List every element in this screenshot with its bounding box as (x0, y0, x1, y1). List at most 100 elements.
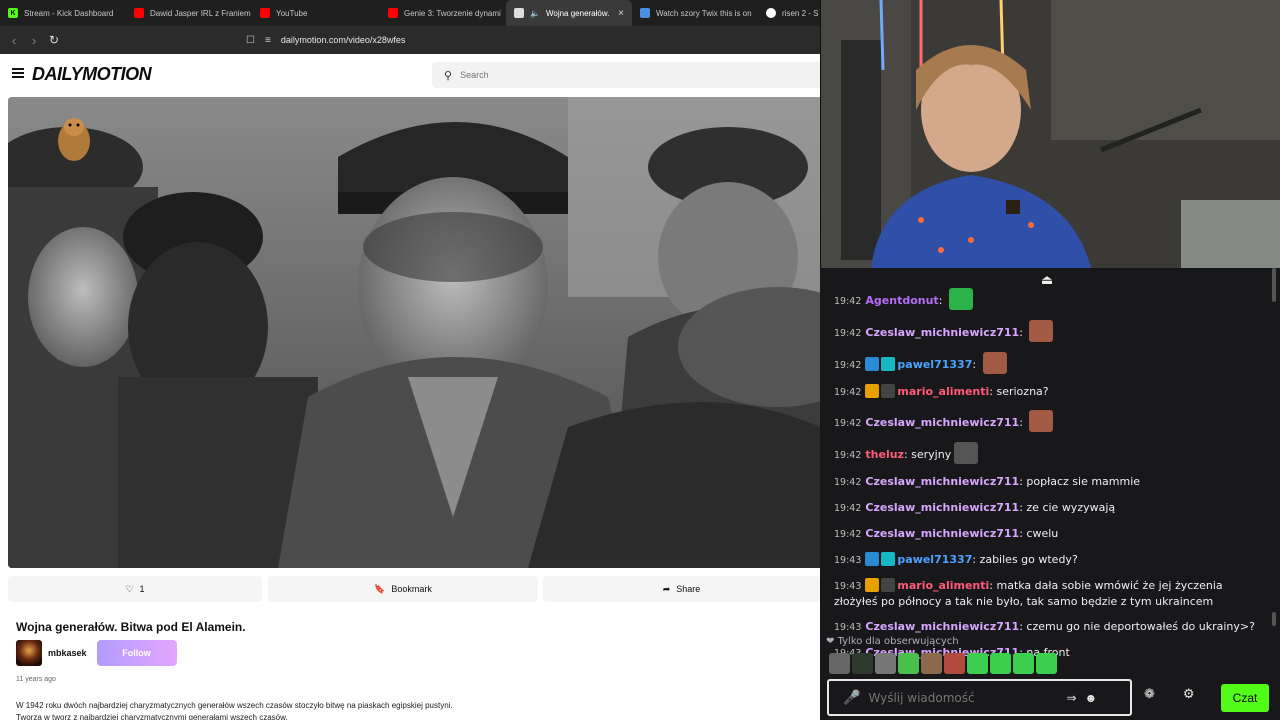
emote-image (1029, 320, 1054, 342)
search-box[interactable]: ⚲ (432, 62, 820, 88)
channel-name[interactable]: mbkasek (48, 648, 87, 658)
quick-emote[interactable] (990, 653, 1011, 674)
points-icon[interactable]: ❁ (1144, 686, 1155, 702)
browser-address-bar: ‹ › ↻ ☐ ≡ dailymotion.com/video/x28wfes (0, 26, 820, 54)
webcam-image (821, 0, 1280, 268)
emoji-icon[interactable]: ☻ (1085, 691, 1098, 705)
tab-google-risen[interactable]: risen 2 - S (758, 0, 820, 26)
quick-emote[interactable] (898, 653, 919, 674)
url-field[interactable]: ☐ ≡ dailymotion.com/video/x28wfes (246, 26, 405, 54)
channel-avatar[interactable] (16, 640, 42, 666)
quick-emote[interactable] (967, 653, 988, 674)
tab-label: Dawid Jasper IRL z Franiem (150, 8, 251, 18)
quick-emote-bar (829, 653, 1057, 674)
upload-age: 11 years ago (16, 676, 56, 683)
chat-scrollbar-thumb[interactable] (1272, 612, 1276, 626)
chat-message: 19:43 pawel71337: zabiles go wtedy? (834, 552, 1078, 566)
screen: K Stream - Kick Dashboard Dawid Jasper I… (0, 0, 1280, 720)
bookmark-button[interactable]: 🔖 Bookmark (268, 576, 538, 602)
chat-message: 19:42 theluz: seryjny (834, 442, 1264, 464)
user-badge-icon (865, 357, 880, 371)
bookmark-label: Bookmark (391, 584, 432, 594)
chat-username[interactable]: pawel71337 (897, 553, 972, 566)
chat-messages: 19:42 Agentdonut: 19:42 Czeslaw_michniewic… (834, 288, 1264, 671)
followers-only-notice: ❤ Tylko dla obserwujących (826, 636, 959, 647)
tab-watch-szory[interactable]: Watch szory Twix this is on (632, 0, 758, 26)
quick-emote[interactable] (852, 653, 873, 674)
like-count: 1 (139, 584, 145, 594)
user-badge-icon (865, 552, 880, 566)
tab-label: YouTube (276, 8, 308, 18)
user-badge-icon (881, 578, 896, 592)
quick-emote[interactable] (1013, 653, 1034, 674)
url-text: dailymotion.com/video/x28wfes (280, 35, 406, 45)
chat-username[interactable]: pawel71337 (897, 358, 972, 371)
video-frame (8, 97, 820, 568)
dailymotion-page: DAILYMOTION ⚲ Search ♡ 1 🔖 Bookmark ➦ Sh… (0, 54, 820, 720)
chat-username[interactable]: Czeslaw_michniewicz711 (865, 527, 1019, 540)
chat-message: 19:42 Czeslaw_michniewicz711: popłacz sie… (834, 475, 1141, 488)
chat-message: 19:42 Czeslaw_michniewicz711: (834, 410, 1264, 432)
chat-username[interactable]: Czeslaw_michniewicz711 (865, 475, 1019, 488)
tab-youtube-dawid[interactable]: Dawid Jasper IRL z Franiem (126, 0, 252, 26)
message-timestamp: 19:42 (834, 529, 862, 540)
quick-emote[interactable] (921, 653, 942, 674)
reload-icon[interactable]: ↻ (44, 33, 64, 47)
quick-emote[interactable] (829, 653, 850, 674)
site-info-icon[interactable]: ≡ (265, 35, 271, 46)
send-chat-button[interactable]: Czat (1221, 684, 1269, 712)
tab-dailymotion-active[interactable]: 🔈 Wojna generałów. × (506, 0, 632, 26)
chat-username[interactable]: Czeslaw_michniewicz711 (865, 620, 1019, 633)
tab-label: Stream - Kick Dashboard (24, 8, 114, 18)
chat-username[interactable]: theluz (865, 448, 904, 461)
message-timestamp: 19:43 (834, 555, 862, 566)
tab-youtube[interactable]: YouTube (252, 0, 380, 26)
message-timestamp: 19:42 (834, 450, 862, 461)
chat-scrollbar[interactable] (1272, 268, 1276, 302)
kick-icon: K (8, 8, 18, 18)
heart-icon: ❤ (826, 636, 835, 647)
like-button[interactable]: ♡ 1 (8, 576, 262, 602)
quick-emote[interactable] (1036, 653, 1057, 674)
collapse-icon[interactable]: ⏏ (1040, 272, 1054, 287)
settings-gear-icon[interactable]: ⚙ (1183, 686, 1195, 702)
video-description: W 1942 roku dwóch najbardziej charyzmaty… (16, 700, 576, 720)
message-text: seriozna? (996, 385, 1049, 398)
close-tab-icon[interactable]: × (618, 8, 624, 19)
translate-icon[interactable]: ⇒ (1066, 691, 1076, 705)
tab-youtube-genie[interactable]: Genie 3: Tworzenie dynami (380, 0, 506, 26)
heart-icon: ♡ (125, 583, 134, 594)
hamburger-menu-icon[interactable] (12, 68, 24, 78)
share-button[interactable]: ➦ Share (543, 576, 820, 602)
message-timestamp: 19:42 (834, 296, 862, 307)
back-arrow-icon[interactable]: ‹ (4, 33, 24, 48)
video-player[interactable] (8, 97, 820, 568)
search-input[interactable] (460, 70, 761, 80)
quick-emote[interactable] (944, 653, 965, 674)
quick-emote[interactable] (875, 653, 896, 674)
chat-username[interactable]: Agentdonut (865, 294, 938, 307)
message-timestamp: 19:42 (834, 418, 862, 429)
chat-username[interactable]: Czeslaw_michniewicz711 (865, 501, 1019, 514)
followers-only-label: Tylko dla obserwujących (837, 636, 959, 647)
chat-username[interactable]: mario_alimenti (897, 579, 989, 592)
youtube-icon (260, 8, 270, 18)
chat-username[interactable]: mario_alimenti (897, 385, 989, 398)
microphone-icon[interactable]: 🎤 (843, 689, 860, 706)
message-text: popłacz sie mammie (1026, 475, 1141, 488)
chat-message-input[interactable] (868, 690, 1059, 705)
forward-arrow-icon[interactable]: › (24, 33, 44, 48)
chat-input-box[interactable]: 🎤 ⇒ ☻ (827, 679, 1132, 716)
message-timestamp: 19:42 (834, 503, 862, 514)
chat-message: 19:43 Czeslaw_michniewicz711: czemu go ni… (834, 620, 1255, 633)
chat-username[interactable]: Czeslaw_michniewicz711 (865, 326, 1019, 339)
browser-tab-bar: K Stream - Kick Dashboard Dawid Jasper I… (0, 0, 820, 26)
bookmark-star-icon[interactable]: ☐ (246, 35, 255, 46)
tab-kick-dashboard[interactable]: K Stream - Kick Dashboard (0, 0, 126, 26)
follow-button[interactable]: Follow (96, 640, 177, 666)
dailymotion-logo[interactable]: DAILYMOTION (32, 64, 152, 85)
user-badge-icon (881, 384, 896, 398)
tab-label: Genie 3: Tworzenie dynami (404, 8, 501, 18)
chat-username[interactable]: Czeslaw_michniewicz711 (865, 416, 1019, 429)
chat-message: 19:42 mario_alimenti: seriozna? (834, 384, 1049, 398)
